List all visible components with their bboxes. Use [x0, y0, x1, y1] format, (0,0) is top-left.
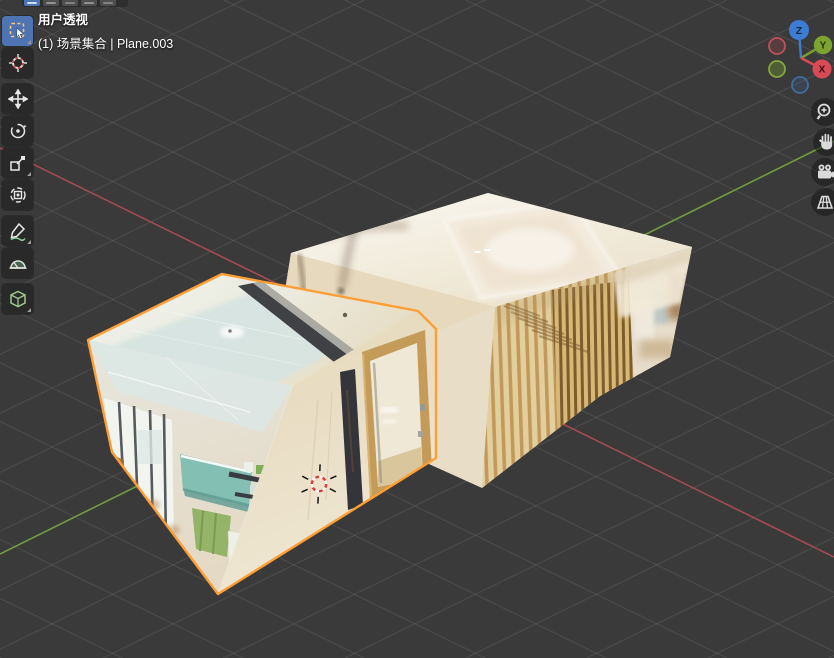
axis-x-positive[interactable]: X [813, 60, 832, 79]
object-plane-003-selected[interactable] [88, 274, 436, 594]
subtool-indicator [27, 40, 31, 44]
scale-icon [8, 153, 28, 173]
select-mode-box[interactable] [43, 0, 59, 6]
axis-z-negative[interactable] [792, 77, 808, 93]
blender-viewport-window: 用户透视 (1) 场景集合 | Plane.003 [0, 0, 834, 658]
tool-header-bar [22, 0, 128, 7]
cursor-tool[interactable] [2, 48, 33, 78]
rotate-icon [8, 121, 28, 141]
orthographic-grid-icon [811, 188, 834, 216]
select-mode-tweak[interactable] [24, 0, 40, 6]
select-box-icon [8, 21, 28, 41]
annotate-icon [8, 221, 28, 241]
measure-icon [8, 253, 28, 273]
select-box-tool[interactable] [2, 16, 33, 46]
annotate-tool[interactable] [2, 216, 33, 246]
axis-z-positive[interactable]: Z [789, 20, 809, 40]
viewport-canvas[interactable] [0, 0, 834, 658]
subtool-indicator [27, 308, 31, 312]
toolbar [2, 16, 33, 316]
zoom-button[interactable] [811, 98, 834, 126]
ortho-toggle-button[interactable] [811, 188, 834, 216]
zoom-icon [811, 98, 834, 126]
orientation-gizmo[interactable]: Z Y X [756, 13, 834, 103]
camera-view-icon [811, 158, 834, 186]
axis-y-positive[interactable]: Y [814, 36, 832, 54]
rotate-tool[interactable] [2, 116, 33, 146]
select-mode-lasso[interactable] [81, 0, 97, 6]
svg-text:X: X [819, 65, 826, 76]
axis-y-negative[interactable] [769, 61, 785, 77]
add-cube-tool[interactable] [2, 284, 33, 314]
cursor-tool-icon [8, 53, 28, 73]
measure-tool[interactable] [2, 248, 33, 278]
transform-icon [8, 185, 28, 205]
axis-x-negative[interactable] [769, 38, 785, 54]
select-mode-extra[interactable] [100, 0, 116, 6]
transform-tool[interactable] [2, 180, 33, 210]
pan-button[interactable] [813, 128, 834, 156]
subtool-indicator [27, 172, 31, 176]
move-icon [8, 89, 28, 109]
pan-hand-icon [813, 128, 834, 156]
svg-text:Z: Z [796, 25, 803, 37]
select-mode-circle[interactable] [62, 0, 78, 6]
scale-tool[interactable] [2, 148, 33, 178]
add-cube-icon [8, 289, 28, 309]
subtool-indicator [27, 240, 31, 244]
camera-view-button[interactable] [811, 158, 834, 186]
move-tool[interactable] [2, 84, 33, 114]
svg-text:Y: Y [820, 41, 827, 52]
